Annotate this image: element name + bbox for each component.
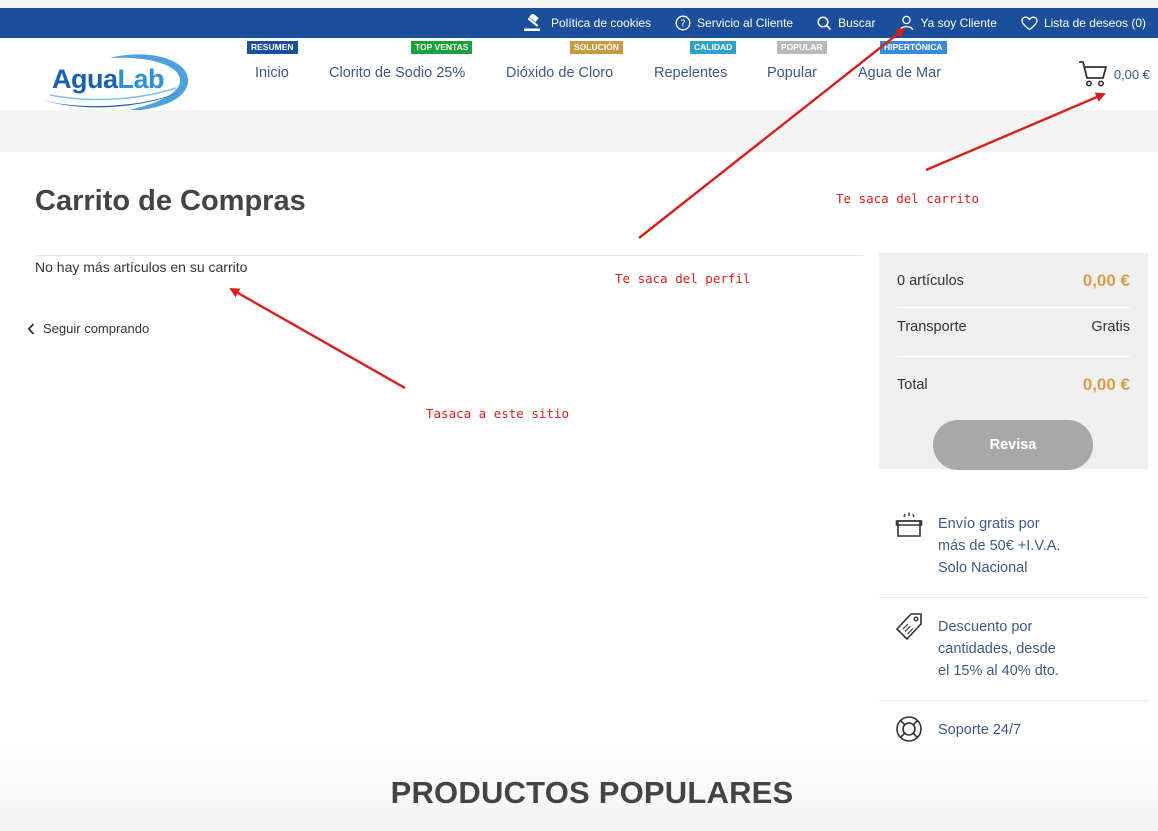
feature-line: Soporte 24/7 xyxy=(938,722,1022,738)
continue-shopping-label: Seguir comprando xyxy=(43,321,150,336)
header-cart-total: 0,00 € xyxy=(1113,66,1150,82)
site-logo[interactable]: AguaLab xyxy=(40,48,192,110)
annotation-profile-note: Te saca del perfil xyxy=(615,271,751,286)
nav-item-popular[interactable]: POPULAR Popular xyxy=(767,38,837,110)
cookies-policy-label: Política de cookies xyxy=(550,16,652,30)
annotation-arrow-site xyxy=(229,287,406,390)
login-label: Ya soy Cliente xyxy=(920,16,997,30)
divider xyxy=(35,255,863,256)
customer-service-label: Servicio al Cliente xyxy=(697,16,794,30)
logo-text: AguaLab xyxy=(52,64,165,94)
nav-label: Popular xyxy=(767,65,817,81)
summary-separator xyxy=(897,356,1130,357)
tag-icon xyxy=(896,613,922,640)
nav-label: Clorito de Sodio 25% xyxy=(329,65,466,81)
feature-line: cantidades, desde xyxy=(938,641,1056,657)
summary-total-label: Total xyxy=(897,377,928,393)
heart-icon xyxy=(1021,16,1038,30)
summary-separator xyxy=(897,307,1130,308)
feature-line: Descuento por xyxy=(938,619,1033,635)
feature-line: más de 50€ +I.V.A. xyxy=(938,538,1061,554)
top-strip xyxy=(0,0,1158,8)
annotation-site-note: Tasaca a este sitio xyxy=(426,406,569,421)
feature-discount: Descuento por cantidades, desde el 15% a… xyxy=(879,608,1148,698)
nav-item-repelentes[interactable]: CALIDAD Repelentes xyxy=(654,38,744,110)
continue-shopping-link[interactable]: Seguir comprando xyxy=(27,321,149,336)
feature-text: Descuento por cantidades, desde el 15% a… xyxy=(938,616,1128,682)
nav-badge: POPULAR xyxy=(777,41,827,54)
summary-shipping-value: Gratis xyxy=(1091,319,1130,335)
nav-badge: TOP VENTAS xyxy=(411,41,473,54)
nav-item-dioxido[interactable]: SOLUCIÓN Dióxido de Cloro xyxy=(506,38,626,110)
user-icon xyxy=(900,15,914,31)
box-icon xyxy=(895,512,923,537)
nav-item-clorito[interactable]: TOP VENTAS Clorito de Sodio 25% xyxy=(329,38,479,110)
cookies-policy-link[interactable]: Política de cookies xyxy=(523,14,651,32)
nav-label: Repelentes xyxy=(654,65,728,81)
help-circle-icon: ? xyxy=(675,15,691,31)
nav-item-inicio[interactable]: RESUMEN Inicio xyxy=(247,38,307,110)
cart-summary: 0 artículos 0,00 € Transporte Gratis Tot… xyxy=(879,253,1148,470)
feature-text: Envío gratis por más de 50€ +I.V.A. Solo… xyxy=(938,513,1128,579)
nav-label: Dióxido de Cloro xyxy=(506,65,614,81)
summary-items-label: 0 artículos xyxy=(897,273,964,289)
summary-total-value: 0,00 € xyxy=(1082,375,1130,394)
page-title: Carrito de Compras xyxy=(35,185,306,217)
svg-text:?: ? xyxy=(680,19,685,30)
feature-separator xyxy=(879,700,1148,701)
nav-label: Agua de Mar xyxy=(858,65,942,81)
popular-products-heading: PRODUCTOS POPULARES xyxy=(390,775,794,810)
checkout-button[interactable]: Revisa xyxy=(933,420,1093,470)
summary-items-value: 0,00 € xyxy=(1082,271,1130,290)
nav-label: Inicio xyxy=(255,65,289,81)
header-cart-button[interactable]: 0,00 € xyxy=(1078,60,1150,88)
nav-badge: CALIDAD xyxy=(690,41,737,54)
top-utility-bar: Política de cookies ? Servicio al Client… xyxy=(0,8,1158,38)
gavel-icon xyxy=(523,14,540,31)
search-icon xyxy=(817,15,832,30)
summary-total-row: Total 0,00 € xyxy=(897,375,1130,395)
breadcrumb-band xyxy=(0,110,1158,152)
summary-items-row: 0 artículos 0,00 € xyxy=(897,271,1130,291)
empty-cart-message: No hay más artículos en su carrito xyxy=(35,259,248,275)
annotation-cart-note: Te saca del carrito xyxy=(836,191,979,206)
wishlist-link[interactable]: Lista de deseos (0) xyxy=(1021,16,1146,31)
nav-badge: SOLUCIÓN xyxy=(570,41,623,54)
feature-separator xyxy=(879,597,1148,598)
login-link[interactable]: Ya soy Cliente xyxy=(899,15,997,31)
search-label: Buscar xyxy=(838,16,876,30)
feature-line: Solo Nacional xyxy=(938,560,1028,576)
wishlist-label: Lista de deseos (0) xyxy=(1043,16,1146,30)
feature-line: Envío gratis por xyxy=(938,516,1040,532)
main-header: AguaLab RESUMEN Inicio TOP VENTAS Clorit… xyxy=(0,38,1158,110)
summary-shipping-label: Transporte xyxy=(897,319,967,335)
feature-line: el 15% al 40% dto. xyxy=(938,663,1059,679)
chevron-left-icon xyxy=(27,322,35,335)
feature-text: Soporte 24/7 xyxy=(938,719,1128,741)
nav-item-agua-de-mar[interactable]: HIPERTÓNICA Agua de Mar xyxy=(858,38,958,110)
customer-service-link[interactable]: ? Servicio al Cliente xyxy=(675,15,793,31)
nav-badge: HIPERTÓNICA xyxy=(880,41,947,54)
lifebuoy-icon xyxy=(896,716,922,742)
shopping-cart-icon xyxy=(1078,61,1107,87)
page: Política de cookies ? Servicio al Client… xyxy=(0,0,1158,831)
feature-free-shipping: Envío gratis por más de 50€ +I.V.A. Solo… xyxy=(879,505,1148,595)
nav-badge: RESUMEN xyxy=(247,41,298,54)
summary-shipping-row: Transporte Gratis xyxy=(897,319,1130,335)
search-link[interactable]: Buscar xyxy=(817,15,876,31)
